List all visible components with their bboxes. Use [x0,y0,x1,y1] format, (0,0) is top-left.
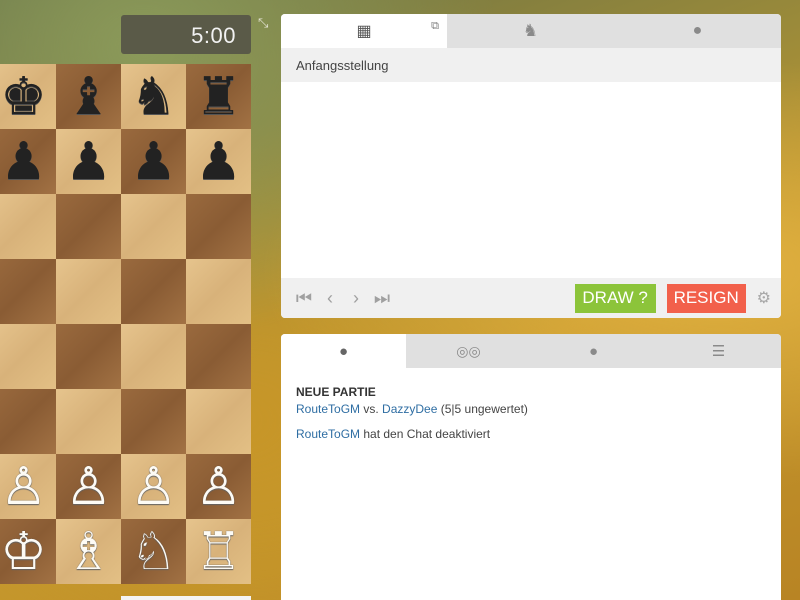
last-move-button[interactable]: ⏭ [369,288,395,309]
board-square[interactable]: ♞ [121,64,186,129]
white-knight-icon[interactable]: ♘ [130,526,177,578]
white-pawn-icon[interactable]: ♙ [65,461,112,513]
chess-board[interactable]: ♚ ♝ ♞ ♜ ♟ ♟ ♟ ♟ ♙ ♙ ♙ ♙ ♔ ♗ ♘ ♖ [0,64,251,584]
chat-message: RouteToGM hat den Chat deaktiviert [296,427,766,441]
board-icon: ▦ [356,23,372,40]
board-square[interactable] [186,259,251,324]
opening-name: Anfangsstellung [281,48,781,82]
binoculars-icon: ◎◎ [456,342,481,359]
board-square[interactable]: ♘ [121,519,186,584]
prev-move-button[interactable]: ‹ [317,288,343,309]
board-square[interactable] [186,324,251,389]
game-clock: 5:00 [121,15,251,54]
next-move-button[interactable]: › [343,288,369,309]
move-list [281,82,781,276]
black-pawn-icon[interactable]: ♟ [0,136,47,188]
chat-panel: ● ◎◎ ● ☰ NEUE PARTIE RouteToGM vs. Dazzy… [281,334,781,600]
player-link[interactable]: RouteToGM [296,427,360,441]
chat-bubble-icon: ● [338,342,349,360]
vs-text: vs. [360,402,383,416]
tab-chat[interactable]: ● [281,334,406,368]
board-square[interactable] [186,389,251,454]
first-move-button[interactable]: ⏮ [291,288,317,309]
analysis-icon: ♞ [522,21,539,40]
black-bishop-icon[interactable]: ♝ [65,71,112,123]
board-square[interactable] [121,259,186,324]
white-rook-icon[interactable]: ♖ [195,526,242,578]
message-text: hat den Chat deaktiviert [360,427,491,441]
board-square[interactable]: ♔ [0,519,56,584]
list-icon: ☰ [711,343,726,360]
player-link[interactable]: RouteToGM [296,402,360,416]
game-panel: ▦ ⧉ ♞ ● Anfangsstellung ⏮ ‹ › ⏭ DRAW ? R… [281,14,781,318]
board-square[interactable]: ♟ [186,129,251,194]
board-square[interactable] [121,324,186,389]
draw-button[interactable]: DRAW ? [574,283,656,313]
chat-log: NEUE PARTIE RouteToGM vs. DazzyDee (5|5 … [281,368,781,469]
black-pawn-icon[interactable]: ♟ [195,136,242,188]
board-square[interactable] [0,324,56,389]
board-square[interactable] [56,194,121,259]
game-info-line: RouteToGM vs. DazzyDee (5|5 ungewertet) [296,402,766,416]
board-square[interactable]: ♖ [186,519,251,584]
board-square[interactable]: ♙ [121,454,186,519]
board-square[interactable] [0,389,56,454]
tab-board[interactable]: ▦ ⧉ [281,14,447,48]
board-square[interactable]: ♙ [56,454,121,519]
white-bishop-icon[interactable]: ♗ [65,526,112,578]
board-square[interactable] [186,194,251,259]
resign-button[interactable]: RESIGN [666,283,746,313]
black-rook-icon[interactable]: ♜ [195,71,242,123]
white-pawn-icon[interactable]: ♙ [195,461,242,513]
game-controls: ⏮ ‹ › ⏭ DRAW ? RESIGN ⚙ [281,278,781,318]
gear-icon[interactable]: ⚙ [757,288,771,308]
bottom-clock-edge [121,596,251,600]
board-square[interactable]: ♟ [121,129,186,194]
black-pawn-icon[interactable]: ♟ [65,136,112,188]
board-square[interactable] [121,194,186,259]
white-pawn-icon[interactable]: ♙ [130,461,177,513]
board-square[interactable]: ♜ [186,64,251,129]
player-link[interactable]: DazzyDee [382,402,437,416]
board-square[interactable] [56,324,121,389]
board-square[interactable] [0,194,56,259]
group-chat-icon: ● [588,342,599,360]
chat-title: NEUE PARTIE [296,385,376,399]
chat-panel-tabs: ● ◎◎ ● ☰ [281,334,781,368]
game-info: (5|5 ungewertet) [437,402,528,416]
white-king-icon[interactable]: ♔ [0,526,47,578]
board-square[interactable]: ♙ [186,454,251,519]
board-square[interactable]: ♟ [0,129,56,194]
board-square[interactable]: ♙ [0,454,56,519]
board-square[interactable]: ♝ [56,64,121,129]
tab-spectators[interactable]: ◎◎ [406,334,531,368]
tab-medal[interactable]: ● [614,14,781,48]
external-link-icon[interactable]: ⧉ [431,20,439,33]
medal-icon: ● [692,22,703,39]
board-square[interactable]: ♚ [0,64,56,129]
board-square[interactable] [56,389,121,454]
board-square[interactable]: ♗ [56,519,121,584]
board-square[interactable]: ♟ [56,129,121,194]
board-square[interactable] [56,259,121,324]
tab-analysis[interactable]: ♞ [447,14,614,48]
white-pawn-icon[interactable]: ♙ [0,461,47,513]
black-pawn-icon[interactable]: ♟ [130,136,177,188]
tab-notes[interactable]: ☰ [656,334,781,368]
expand-icon[interactable]: ⤡ [258,16,272,30]
black-king-icon[interactable]: ♚ [0,71,47,123]
black-knight-icon[interactable]: ♞ [130,71,177,123]
board-square[interactable] [121,389,186,454]
tab-group-chat[interactable]: ● [531,334,656,368]
game-panel-tabs: ▦ ⧉ ♞ ● [281,14,781,48]
board-square[interactable] [0,259,56,324]
